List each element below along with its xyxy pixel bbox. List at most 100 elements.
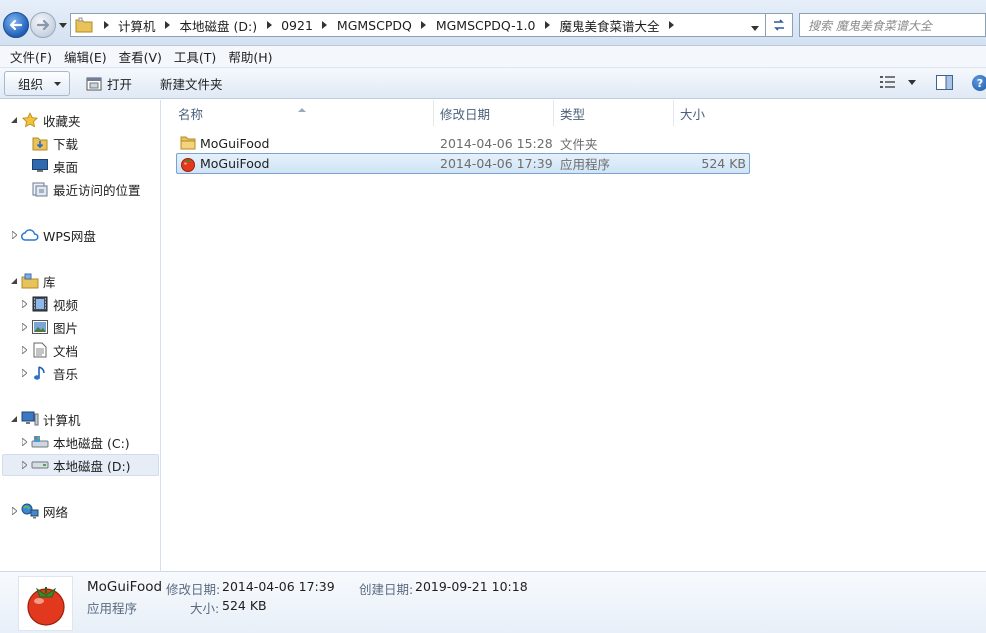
file-size: 524 KB	[701, 156, 746, 171]
breadcrumb-mgmscpdq[interactable]: MGMSCPDQ	[334, 18, 415, 33]
system-drive-icon	[31, 434, 49, 450]
menu-view[interactable]: 查看(V)	[113, 47, 168, 66]
preview-pane-button[interactable]	[936, 75, 953, 93]
tomato-icon	[180, 156, 196, 175]
nav-favorites-label: 收藏夹	[43, 113, 81, 129]
breadcrumb-separator[interactable]	[663, 21, 681, 29]
preview-pane-icon	[936, 75, 953, 90]
open-button[interactable]: 打开	[86, 71, 132, 96]
desktop-icon	[31, 158, 49, 174]
nav-recent-places[interactable]: 最近访问的位置	[19, 179, 141, 199]
back-arrow-icon	[9, 19, 23, 31]
expand-arrow-icon[interactable]	[19, 368, 29, 378]
column-name-label: 名称	[178, 106, 204, 122]
documents-icon	[31, 342, 49, 358]
expand-arrow-icon[interactable]	[19, 322, 29, 332]
command-bar: 组织 打开 新建文件夹 ?	[0, 68, 986, 99]
breadcrumb-separator[interactable]	[159, 21, 177, 29]
collapse-arrow-icon[interactable]	[9, 276, 19, 286]
organize-button[interactable]: 组织	[4, 71, 70, 96]
column-type-label: 类型	[560, 106, 586, 122]
breadcrumb-separator[interactable]	[415, 21, 433, 29]
details-file-type: 应用程序	[87, 601, 138, 616]
column-header-type[interactable]: 类型	[554, 100, 674, 126]
address-history-dropdown[interactable]	[751, 20, 761, 31]
expand-arrow-icon[interactable]	[9, 506, 19, 516]
forward-button[interactable]	[30, 12, 56, 38]
menu-file[interactable]: 文件(F)	[4, 47, 58, 66]
nav-desktop-label: 桌面	[53, 159, 79, 175]
nav-libraries[interactable]: 库	[9, 271, 56, 291]
menu-help[interactable]: 帮助(H)	[222, 47, 278, 66]
library-icon	[21, 273, 39, 289]
search-box[interactable]: 搜索 魔鬼美食菜谱大全	[799, 13, 986, 37]
table-row[interactable]: MoGuiFood 2014-04-06 15:28 文件夹	[176, 133, 750, 154]
change-view-button[interactable]	[880, 76, 916, 88]
nav-network[interactable]: 网络	[9, 501, 68, 521]
breadcrumb-separator[interactable]	[539, 21, 557, 29]
nav-documents[interactable]: 文档	[19, 340, 78, 360]
file-list: 名称 修改日期 类型 大小 MoGuiFood 2014-04-06 15:28…	[162, 100, 986, 571]
menu-edit[interactable]: 编辑(E)	[58, 47, 113, 66]
cloud-icon	[21, 227, 39, 243]
breadcrumb-computer[interactable]: 计算机	[115, 16, 159, 35]
nav-pictures[interactable]: 图片	[19, 317, 78, 337]
expand-arrow-icon[interactable]	[19, 345, 29, 355]
column-modified-label: 修改日期	[440, 106, 491, 122]
chevron-down-icon	[59, 22, 67, 28]
column-header-name[interactable]: 名称	[172, 100, 434, 126]
breadcrumb-separator[interactable]	[97, 21, 115, 29]
expand-arrow-icon[interactable]	[9, 230, 19, 240]
column-header-modified[interactable]: 修改日期	[434, 100, 554, 126]
breadcrumb-current-folder[interactable]: 魔鬼美食菜谱大全	[557, 16, 663, 35]
hard-drive-icon	[31, 457, 49, 473]
nav-music[interactable]: 音乐	[19, 363, 78, 383]
address-bar[interactable]: 计算机 本地磁盘 (D:) 0921 MGMSCPDQ MGMSCPDQ-1.0…	[70, 13, 766, 37]
chevron-right-icon	[266, 21, 272, 29]
column-header-size[interactable]: 大小	[674, 100, 752, 126]
nav-downloads[interactable]: 下载	[19, 133, 78, 153]
nav-drive-d-label: 本地磁盘 (D:)	[53, 458, 131, 474]
nav-computer[interactable]: 计算机	[9, 409, 81, 429]
refresh-button[interactable]	[766, 13, 793, 37]
chevron-right-icon	[103, 21, 109, 29]
menu-tools[interactable]: 工具(T)	[168, 47, 222, 66]
recent-pages-dropdown[interactable]	[58, 20, 68, 30]
computer-icon	[21, 411, 39, 427]
video-icon	[31, 296, 49, 312]
nav-favorites[interactable]: 收藏夹	[9, 110, 81, 130]
nav-drive-d[interactable]: 本地磁盘 (D:)	[2, 454, 159, 476]
nav-wps-label: WPS网盘	[43, 228, 96, 244]
folder-icon	[180, 135, 196, 153]
nav-desktop[interactable]: 桌面	[19, 156, 78, 176]
new-folder-label: 新建文件夹	[160, 77, 223, 92]
breadcrumb-mgmscpdq-1-0[interactable]: MGMSCPDQ-1.0	[433, 18, 539, 33]
breadcrumb-0921[interactable]: 0921	[278, 18, 316, 33]
new-folder-button[interactable]: 新建文件夹	[160, 71, 223, 96]
nav-documents-label: 文档	[53, 343, 79, 359]
open-label: 打开	[107, 77, 133, 92]
collapse-arrow-icon[interactable]	[9, 414, 19, 424]
nav-drive-c[interactable]: 本地磁盘 (C:)	[19, 432, 130, 452]
table-row-selected[interactable]: MoGuiFood 2014-04-06 17:39 应用程序 524 KB	[176, 153, 750, 174]
chevron-right-icon	[322, 21, 328, 29]
address-row: 计算机 本地磁盘 (D:) 0921 MGMSCPDQ MGMSCPDQ-1.0…	[0, 0, 986, 46]
back-button[interactable]	[3, 12, 29, 38]
nav-network-label: 网络	[43, 504, 69, 520]
details-view-icon	[880, 76, 895, 88]
nav-videos[interactable]: 视频	[19, 294, 78, 314]
collapse-arrow-icon[interactable]	[9, 115, 19, 125]
breadcrumb-separator[interactable]	[260, 21, 278, 29]
expand-arrow-icon[interactable]	[19, 437, 29, 447]
file-type: 文件夹	[560, 137, 598, 152]
expand-arrow-icon[interactable]	[19, 299, 29, 309]
nav-recent-label: 最近访问的位置	[53, 182, 141, 198]
help-button[interactable]: ?	[972, 75, 986, 91]
expand-arrow-icon[interactable]	[19, 460, 29, 470]
breadcrumb-drive-d[interactable]: 本地磁盘 (D:)	[177, 16, 261, 35]
file-thumbnail	[18, 576, 73, 631]
file-type: 应用程序	[560, 157, 611, 172]
nav-wps-cloud[interactable]: WPS网盘	[9, 225, 96, 245]
chevron-right-icon	[165, 21, 171, 29]
breadcrumb-separator[interactable]	[316, 21, 334, 29]
